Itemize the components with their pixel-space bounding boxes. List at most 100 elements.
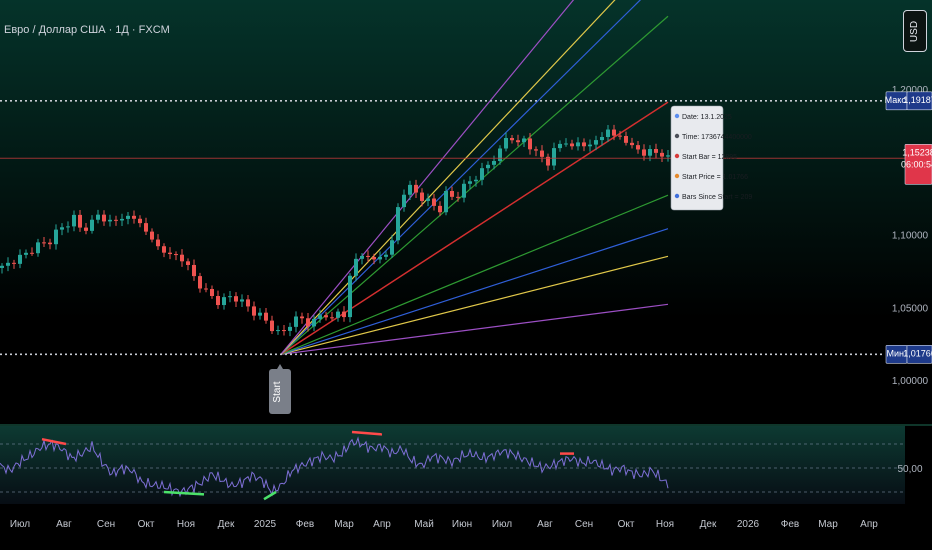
info-bullet-icon bbox=[674, 153, 680, 159]
candle-body bbox=[42, 242, 46, 244]
chart-canvas[interactable]: 1,000001,050001,100001,20000 Макс.1,1918… bbox=[0, 0, 932, 550]
min-value-text: 1,01766 bbox=[903, 348, 932, 358]
candle-body bbox=[450, 191, 454, 197]
candle-body bbox=[528, 138, 532, 150]
candle-body bbox=[282, 330, 286, 332]
currency-button[interactable]: USD bbox=[903, 10, 927, 52]
candle-body bbox=[474, 179, 478, 182]
candle-body bbox=[504, 137, 508, 149]
candle-body bbox=[498, 148, 502, 162]
info-bullet-icon bbox=[674, 173, 680, 179]
candle-body bbox=[342, 311, 346, 318]
candle-body bbox=[414, 184, 418, 193]
candle-body bbox=[72, 214, 76, 227]
candle-body bbox=[84, 227, 88, 231]
current-price-badge-text: 1,15238 bbox=[902, 147, 932, 157]
candle-body bbox=[462, 183, 466, 198]
candle-body bbox=[336, 311, 340, 318]
info-box-line: Time: 1736744400000 bbox=[682, 134, 752, 141]
candle-body bbox=[642, 149, 646, 156]
candle-body bbox=[402, 194, 406, 208]
candle-body bbox=[114, 219, 118, 221]
time-tick-label: 2025 bbox=[254, 519, 277, 530]
candle-body bbox=[6, 262, 10, 266]
time-tick-label: Ноя bbox=[656, 519, 674, 530]
candle-body bbox=[258, 312, 262, 316]
candle-body bbox=[360, 255, 364, 259]
candle-body bbox=[138, 218, 142, 224]
candle-body bbox=[660, 152, 664, 157]
candle-body bbox=[486, 164, 490, 169]
candle-body bbox=[192, 264, 196, 277]
candle-body bbox=[522, 138, 526, 143]
candle-body bbox=[66, 226, 70, 228]
candle-body bbox=[132, 215, 136, 219]
main-pane-background bbox=[0, 0, 932, 425]
candle-body bbox=[168, 252, 172, 255]
time-tick-label: Дек bbox=[700, 519, 717, 530]
info-bullet-icon bbox=[674, 113, 680, 119]
candle-body bbox=[618, 135, 622, 137]
time-tick-label: Окт bbox=[138, 519, 155, 530]
candle-body bbox=[156, 239, 160, 247]
info-bullet-icon bbox=[674, 193, 680, 199]
candle-body bbox=[90, 219, 94, 231]
candle-body bbox=[204, 288, 208, 290]
candle-body bbox=[306, 318, 310, 327]
candle-body bbox=[60, 227, 64, 230]
time-tick-label: Апр bbox=[860, 519, 878, 530]
candle-body bbox=[636, 145, 640, 150]
price-tick-label: 1,05000 bbox=[892, 303, 929, 314]
candle-body bbox=[378, 256, 382, 260]
candle-body bbox=[420, 192, 424, 201]
time-tick-label: Мар bbox=[818, 519, 838, 530]
candle-body bbox=[552, 148, 556, 166]
time-tick-label: Ноя bbox=[177, 519, 195, 530]
time-tick-label: Июл bbox=[492, 519, 512, 530]
candle-body bbox=[12, 262, 16, 264]
candle-body bbox=[210, 288, 214, 297]
candle-body bbox=[48, 242, 52, 245]
time-tick-label: Апр bbox=[373, 519, 391, 530]
candle-body bbox=[648, 149, 652, 156]
candle-body bbox=[384, 254, 388, 257]
candle-body bbox=[354, 258, 358, 276]
candle-body bbox=[198, 276, 202, 289]
candle-body bbox=[180, 254, 184, 262]
candle-body bbox=[162, 246, 166, 253]
start-marker: Start bbox=[269, 364, 291, 414]
candle-body bbox=[330, 317, 334, 319]
candle-body bbox=[600, 136, 604, 141]
candle-body bbox=[390, 240, 394, 255]
time-tick-label: Сен bbox=[575, 519, 593, 530]
info-box-line: Start Price = 1.01766 bbox=[682, 174, 748, 181]
chart-window: 1,00000 1,05000 1,10000 1,20000 Макс. 1,1918… bbox=[0, 0, 932, 550]
candle-body bbox=[36, 242, 40, 254]
candle-body bbox=[492, 161, 496, 165]
candle-body bbox=[312, 318, 316, 327]
candle-body bbox=[564, 143, 568, 145]
candle-body bbox=[0, 265, 4, 268]
time-tick-label: Авг bbox=[56, 519, 72, 530]
info-box-line: Date: 13.1.2025 bbox=[682, 114, 732, 121]
candle-body bbox=[558, 143, 562, 149]
candle-body bbox=[294, 316, 298, 327]
price-tick-label: 1,10000 bbox=[892, 231, 929, 242]
candle-body bbox=[126, 215, 130, 219]
candle-body bbox=[228, 296, 232, 298]
candle-body bbox=[120, 218, 124, 221]
max-value-text: 1,19187 bbox=[903, 95, 932, 105]
candle-body bbox=[276, 330, 280, 332]
candle-body bbox=[588, 144, 592, 147]
start-marker-label: Start bbox=[272, 381, 283, 402]
rsi-tick-label: 50,00 bbox=[897, 464, 922, 475]
time-tick-label: Фев bbox=[296, 519, 314, 530]
candle-body bbox=[174, 254, 178, 256]
candle-body bbox=[54, 229, 58, 245]
candle-body bbox=[78, 214, 82, 228]
candle-body bbox=[216, 296, 220, 306]
info-bullet-icon bbox=[674, 133, 680, 139]
candle-body bbox=[540, 150, 544, 157]
time-tick-label: Май bbox=[414, 519, 434, 530]
chart-title: Евро / Доллар США · 1Д · FXCM bbox=[4, 24, 170, 36]
